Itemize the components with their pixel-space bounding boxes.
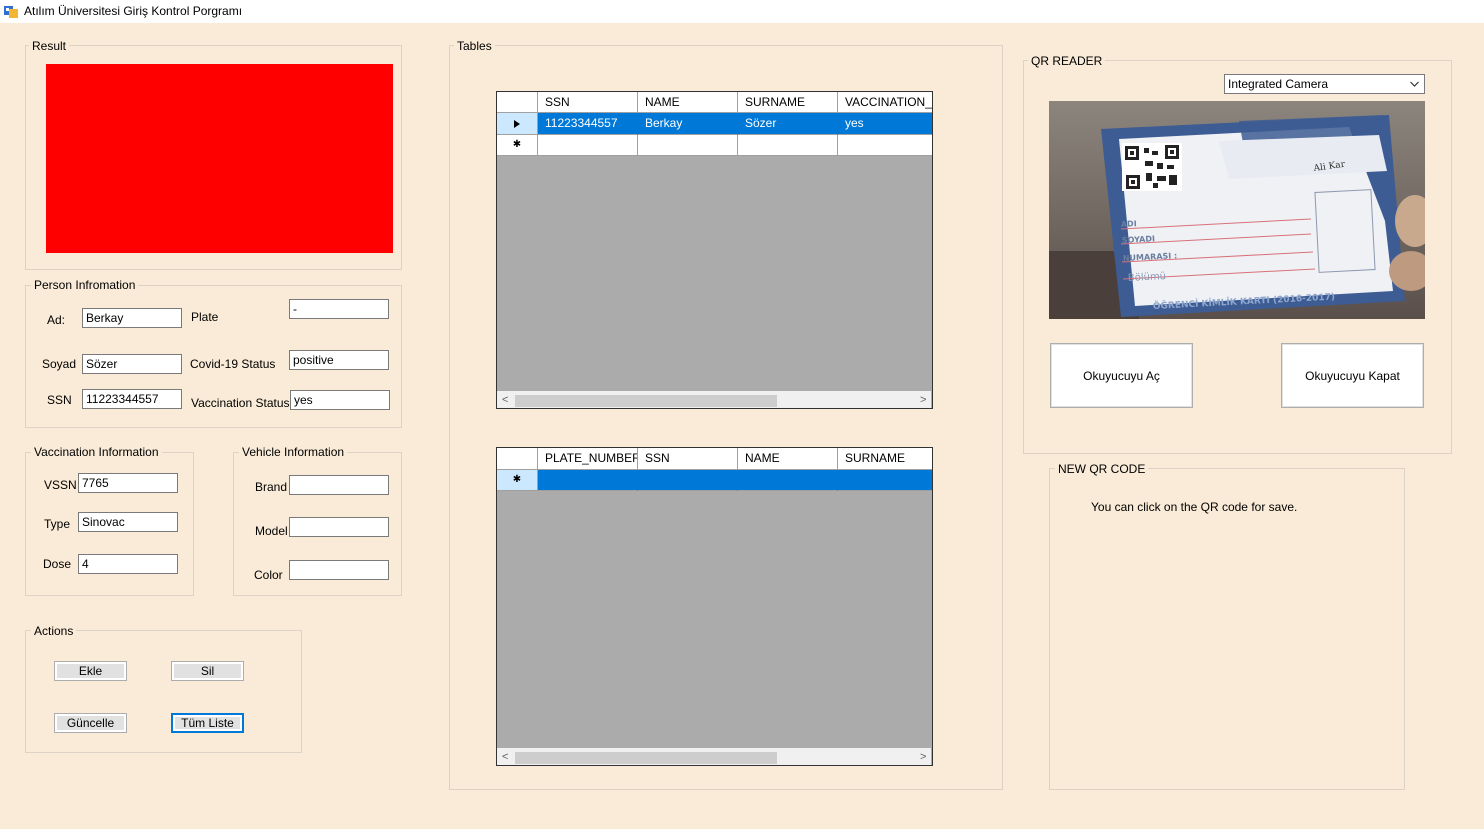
plate-label: Plate	[191, 310, 219, 324]
covid-status-field[interactable]: positive	[289, 350, 389, 370]
table-cell[interactable]: yes	[838, 113, 932, 135]
new-table-row[interactable]: ✱	[497, 470, 932, 491]
tables-label: Tables	[454, 39, 495, 53]
scroll-right-icon[interactable]: >	[920, 394, 926, 406]
column-header[interactable]: SURNAME	[738, 92, 838, 113]
dose-field[interactable]: 4	[78, 554, 178, 574]
add-button[interactable]: Ekle	[54, 661, 127, 681]
table-cell[interactable]: 11223344557	[538, 113, 638, 135]
open-reader-button[interactable]: Okuyucuyu Aç	[1050, 343, 1193, 408]
plate-field[interactable]: -	[289, 299, 389, 319]
column-header[interactable]: NAME	[638, 92, 738, 113]
id-card-image: Ali Kar ADI SOYADI NUMARASI : Bölümü ÖĞR…	[1101, 115, 1405, 317]
card-field-label: SOYADI	[1122, 234, 1156, 245]
actions-label: Actions	[31, 624, 77, 638]
column-header[interactable]: SSN	[638, 448, 738, 470]
new-row-icon[interactable]: ✱	[497, 470, 538, 491]
table-cell[interactable]	[838, 135, 932, 156]
vaccination-info-label: Vaccination Information	[31, 445, 162, 459]
horizontal-scrollbar[interactable]: < >	[497, 391, 931, 408]
table-cell[interactable]	[638, 135, 738, 156]
table-row[interactable]: 11223344557 Berkay Sözer yes	[497, 113, 932, 135]
column-header[interactable]: NAME	[738, 448, 838, 470]
vehicles-grid-header: PLATE_NUMBER SSN NAME SURNAME	[497, 448, 932, 470]
window-title: Atılım Üniversitesi Giriş Kontrol Porgra…	[24, 4, 243, 18]
ssn-label: SSN	[47, 393, 72, 407]
dose-label: Dose	[43, 557, 72, 571]
person-info-label: Person Infromation	[31, 278, 139, 292]
model-field[interactable]	[289, 517, 389, 537]
brand-field[interactable]	[289, 475, 389, 495]
result-indicator	[46, 64, 393, 253]
vehicles-grid[interactable]: PLATE_NUMBER SSN NAME SURNAME ✱ < >	[496, 447, 933, 766]
new-table-row[interactable]: ✱	[497, 135, 932, 156]
title-bar: Atılım Üniversitesi Giriş Kontrol Porgra…	[0, 0, 1484, 23]
new-qr-hint: You can click on the QR code for save.	[1091, 500, 1298, 514]
table-cell[interactable]: Berkay	[638, 113, 738, 135]
app-icon	[4, 6, 18, 18]
type-label: Type	[44, 517, 71, 531]
row-pointer-icon[interactable]	[497, 113, 538, 135]
table-cell[interactable]	[738, 135, 838, 156]
camera-select-value: Integrated Camera	[1228, 77, 1329, 91]
scroll-left-icon[interactable]: <	[502, 751, 508, 763]
table-cell[interactable]	[738, 470, 838, 491]
ad-field[interactable]: Berkay	[82, 308, 182, 328]
new-qr-label: NEW QR CODE	[1055, 462, 1149, 476]
table-cell[interactable]	[538, 470, 638, 491]
delete-button[interactable]: Sil	[171, 661, 244, 681]
vehicle-info-label: Vehicle Information	[239, 445, 348, 459]
vaccination-status-label: Vaccination Status	[191, 396, 290, 410]
brand-label: Brand	[255, 480, 288, 494]
type-field[interactable]: Sinovac	[78, 512, 178, 532]
persons-grid[interactable]: SSN NAME SURNAME VACCINATION_ST 11223344…	[496, 91, 933, 409]
vaccination-status-field[interactable]: yes	[290, 390, 390, 410]
scroll-left-icon[interactable]: <	[502, 394, 508, 406]
camera-select[interactable]: Integrated Camera	[1224, 74, 1425, 94]
vssn-label: VSSN	[44, 478, 77, 492]
table-cell[interactable]	[838, 470, 932, 491]
horizontal-scrollbar[interactable]: < >	[497, 748, 931, 765]
table-cell[interactable]: Sözer	[738, 113, 838, 135]
chevron-down-icon[interactable]	[1410, 75, 1419, 100]
close-reader-button[interactable]: Okuyucuyu Kapat	[1281, 343, 1424, 408]
new-row-icon[interactable]: ✱	[497, 135, 538, 156]
update-button[interactable]: Güncelle	[54, 713, 127, 733]
actions-group	[25, 630, 302, 753]
qr-reader-label: QR READER	[1028, 54, 1106, 68]
covid-status-label: Covid-19 Status	[190, 357, 276, 371]
scroll-right-icon[interactable]: >	[920, 751, 926, 763]
column-header[interactable]: VACCINATION_ST	[838, 92, 932, 113]
table-cell[interactable]	[538, 135, 638, 156]
card-field-label: Bölümü	[1128, 271, 1167, 284]
qr-code-output[interactable]	[1070, 525, 1370, 775]
ssn-field[interactable]: 11223344557	[82, 389, 182, 409]
list-all-button[interactable]: Tüm Liste	[171, 713, 244, 733]
color-label: Color	[254, 568, 283, 582]
color-field[interactable]	[289, 560, 389, 580]
soyad-label: Soyad	[42, 357, 77, 371]
model-label: Model	[255, 524, 288, 538]
result-group-label: Result	[29, 39, 70, 53]
column-header[interactable]: PLATE_NUMBER	[538, 448, 638, 470]
camera-preview: Ali Kar ADI SOYADI NUMARASI : Bölümü ÖĞR…	[1049, 101, 1425, 319]
row-header-corner	[497, 448, 538, 470]
column-header[interactable]: SSN	[538, 92, 638, 113]
persons-grid-header: SSN NAME SURNAME VACCINATION_ST	[497, 92, 932, 113]
scroll-thumb[interactable]	[515, 395, 777, 407]
qr-code-image	[1122, 143, 1182, 191]
vssn-field[interactable]: 7765	[78, 473, 178, 493]
ad-label: Ad:	[47, 313, 66, 327]
card-field-label: ADI	[1121, 219, 1137, 229]
soyad-field[interactable]: Sözer	[82, 354, 182, 374]
column-header[interactable]: SURNAME	[838, 448, 932, 470]
scroll-thumb[interactable]	[515, 752, 777, 764]
table-cell[interactable]	[638, 470, 738, 491]
row-header-corner	[497, 92, 538, 113]
